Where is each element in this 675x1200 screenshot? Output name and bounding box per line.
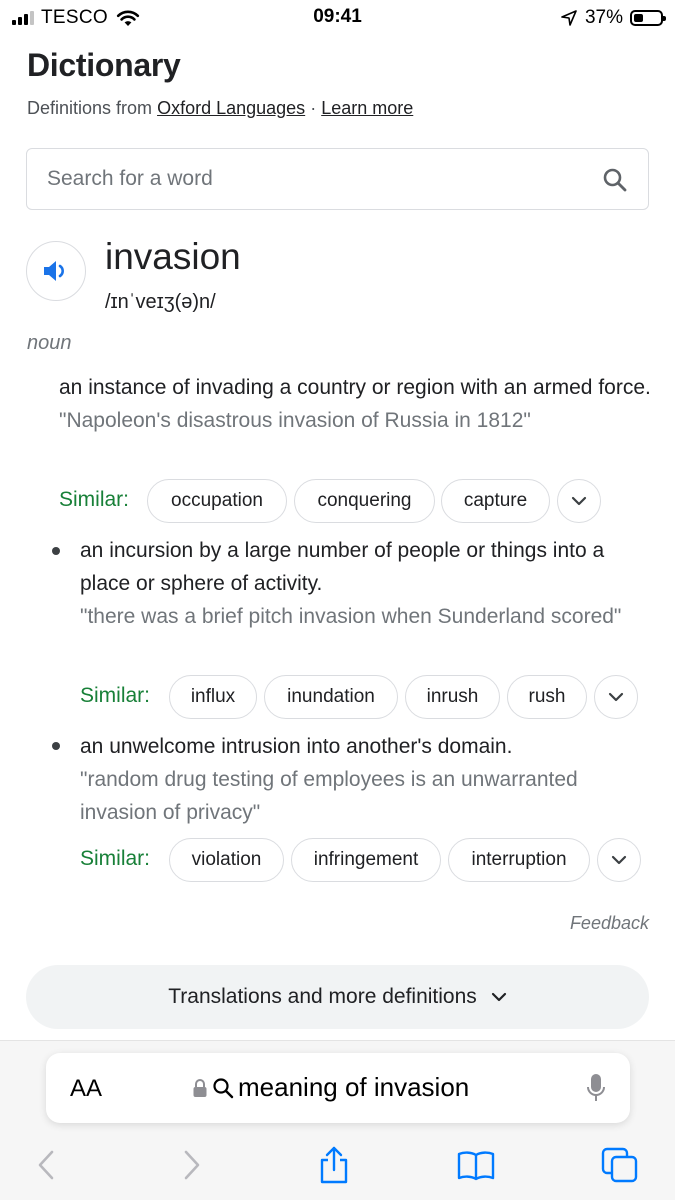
sense-3-bullet	[52, 742, 60, 750]
sense-1: an instance of invading a country or reg…	[59, 371, 654, 437]
safari-nav-row	[0, 1141, 675, 1191]
tabs-icon	[601, 1147, 638, 1183]
feedback-link[interactable]: Feedback	[570, 913, 649, 934]
pronunciation-button[interactable]	[26, 241, 86, 301]
separator: ·	[310, 98, 317, 118]
similar-chip-influx[interactable]: influx	[169, 675, 257, 719]
sense-1-definition: an instance of invading a country or reg…	[59, 376, 651, 399]
phonetic: /ɪnˈveɪʒ(ə)n/	[105, 291, 216, 313]
similar-chip-rush[interactable]: rush	[507, 675, 587, 719]
oxford-languages-link[interactable]: Oxford Languages	[157, 98, 305, 118]
sense-3: an unwelcome intrusion into another's do…	[80, 730, 655, 829]
chevron-down-icon	[611, 855, 627, 865]
forward-button[interactable]	[168, 1141, 216, 1189]
safari-toolbar: AA meaning of invasion	[0, 1040, 675, 1200]
sense-2-definition: an incursion by a large number of people…	[80, 539, 605, 595]
text-size-button[interactable]: AA	[70, 1075, 102, 1103]
battery-icon	[630, 10, 666, 26]
status-bar: TESCO 09:41 37%	[0, 0, 675, 36]
speaker-icon	[44, 261, 64, 281]
similar-chip-occupation[interactable]: occupation	[147, 479, 287, 523]
headword: invasion	[105, 236, 241, 277]
expand-similar-button[interactable]	[597, 838, 641, 882]
sense-1-similar-label: Similar:	[59, 488, 130, 511]
bookmarks-icon	[457, 1151, 495, 1181]
sense-2-bullet	[52, 547, 60, 555]
similar-chip-infringement[interactable]: infringement	[291, 838, 441, 882]
text-size-label: AA	[70, 1075, 103, 1102]
sense-2-similar-label: Similar:	[80, 684, 151, 707]
share-button[interactable]	[310, 1141, 358, 1189]
similar-chip-capture[interactable]: capture	[441, 479, 550, 523]
bookmarks-button[interactable]	[452, 1141, 500, 1189]
microphone-icon[interactable]	[586, 1073, 606, 1103]
similar-chip-inrush[interactable]: inrush	[405, 675, 500, 719]
chevron-down-icon	[608, 692, 624, 702]
sense-3-definition: an unwelcome intrusion into another's do…	[80, 735, 513, 758]
back-icon	[38, 1150, 54, 1180]
search-box	[26, 148, 649, 210]
sense-3-similar-label: Similar:	[80, 847, 151, 870]
lock-icon	[193, 1078, 207, 1097]
translations-more-label: Translations and more definitions	[168, 985, 477, 1008]
sense-2-example: "there was a brief pitch invasion when S…	[80, 605, 622, 628]
sense-1-example: "Napoleon's disastrous invasion of Russi…	[59, 409, 531, 432]
search-icon[interactable]	[602, 167, 628, 193]
expand-similar-button[interactable]	[594, 675, 638, 719]
sense-2: an incursion by a large number of people…	[80, 534, 655, 633]
search-icon	[213, 1077, 234, 1098]
source-line: Definitions from Oxford Languages · Lear…	[27, 98, 413, 119]
translations-more-button[interactable]: Translations and more definitions	[26, 965, 649, 1029]
expand-similar-button[interactable]	[557, 479, 601, 523]
source-prefix: Definitions from	[27, 98, 153, 118]
location-arrow-icon	[561, 10, 577, 26]
forward-icon	[184, 1150, 200, 1180]
sense-3-example: "random drug testing of employees is an …	[80, 768, 578, 824]
search-input[interactable]	[47, 163, 587, 195]
page-title: Dictionary	[27, 47, 181, 83]
status-bar-right: 37%	[561, 7, 666, 29]
chevron-down-icon	[491, 992, 506, 1002]
part-of-speech: noun	[27, 332, 72, 354]
address-bar[interactable]: AA meaning of invasion	[46, 1053, 630, 1123]
back-button[interactable]	[22, 1141, 70, 1189]
similar-chip-inundation[interactable]: inundation	[264, 675, 398, 719]
similar-chip-conquering[interactable]: conquering	[294, 479, 435, 523]
chevron-down-icon	[571, 496, 587, 506]
battery-fill	[634, 14, 643, 22]
url-field[interactable]: meaning of invasion	[192, 1072, 469, 1103]
share-icon	[320, 1146, 348, 1184]
tabs-button[interactable]	[596, 1141, 644, 1189]
learn-more-link[interactable]: Learn more	[321, 98, 413, 118]
battery-percent: 37%	[584, 7, 623, 28]
url-text: meaning of invasion	[238, 1072, 470, 1102]
similar-chip-interruption[interactable]: interruption	[448, 838, 590, 882]
similar-chip-violation[interactable]: violation	[169, 838, 284, 882]
